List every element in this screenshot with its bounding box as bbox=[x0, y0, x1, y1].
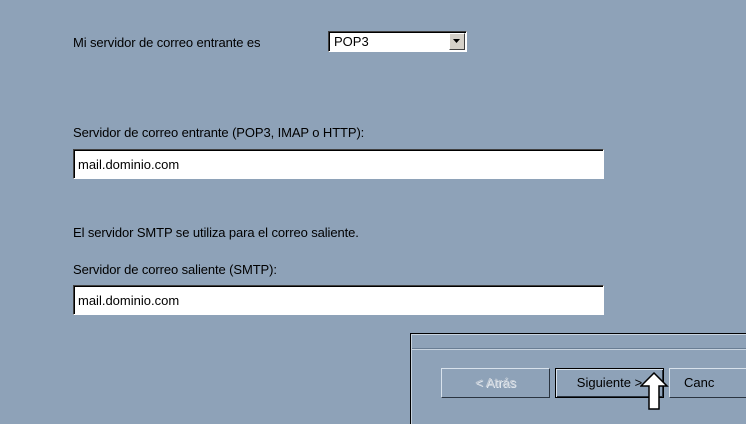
incoming-server-type-value: POP3 bbox=[334, 34, 369, 49]
panel-separator bbox=[412, 348, 746, 350]
cancel-button[interactable]: Canc bbox=[669, 368, 746, 398]
outgoing-server-input[interactable]: mail.dominio.com bbox=[73, 285, 604, 315]
outgoing-server-value: mail.dominio.com bbox=[78, 293, 180, 308]
back-button-label: < Atrás bbox=[475, 375, 516, 390]
incoming-server-label: Servidor de correo entrante (POP3, IMAP … bbox=[73, 125, 365, 140]
chevron-down-icon bbox=[453, 39, 460, 43]
incoming-server-type-label: Mi servidor de correo entrante es bbox=[73, 35, 261, 50]
incoming-server-type-select[interactable]: POP3 bbox=[328, 31, 467, 52]
incoming-server-input[interactable]: mail.dominio.com bbox=[73, 149, 604, 179]
outgoing-server-label: Servidor de correo saliente (SMTP): bbox=[73, 262, 277, 277]
back-button[interactable]: < Atrás bbox=[441, 368, 550, 398]
cancel-button-label: Canc bbox=[684, 375, 715, 390]
incoming-server-value: mail.dominio.com bbox=[78, 157, 180, 172]
wizard-page: Mi servidor de correo entrante es POP3 S… bbox=[0, 0, 746, 424]
combo-dropdown-button[interactable] bbox=[449, 33, 465, 50]
next-button-label: Siguiente > bbox=[576, 375, 643, 390]
smtp-info-text: El servidor SMTP se utiliza para el corr… bbox=[73, 225, 359, 240]
mouse-pointer-icon bbox=[640, 372, 669, 410]
